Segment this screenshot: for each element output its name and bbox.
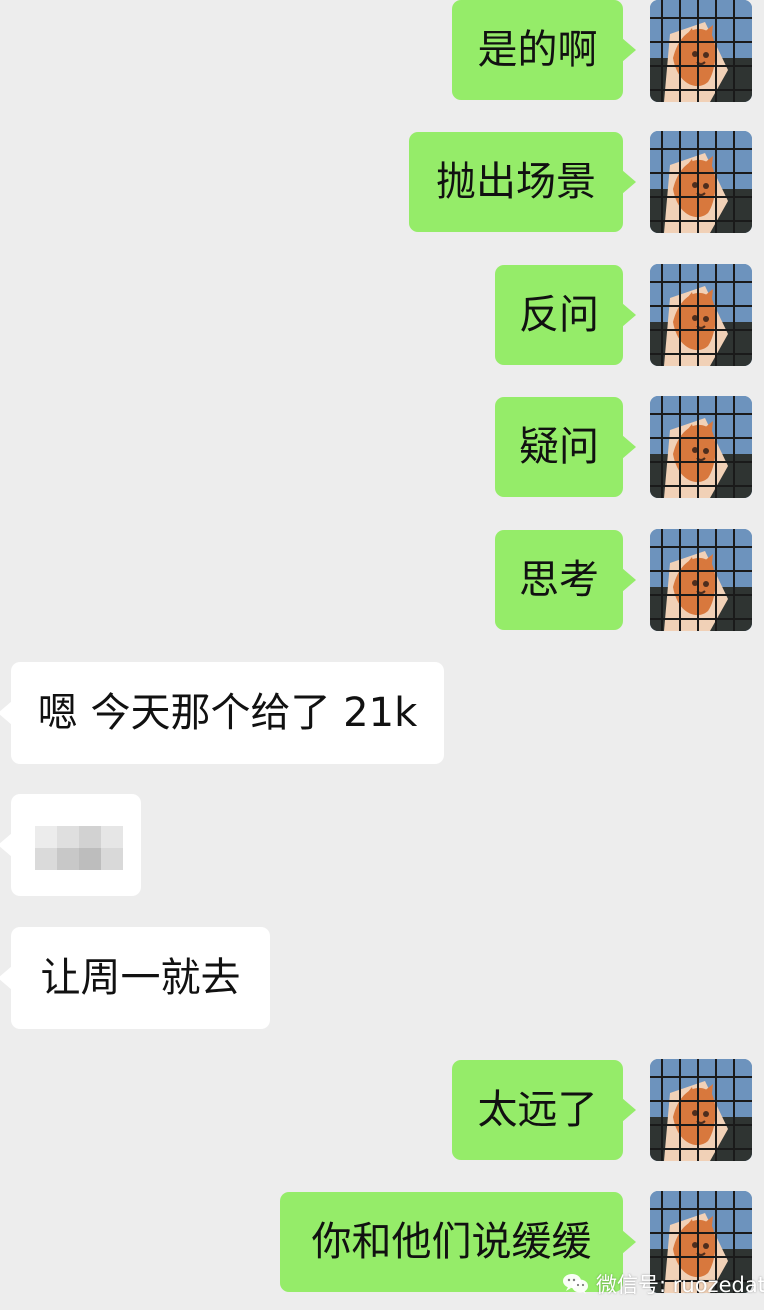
incoming-message-bubble[interactable] [0,794,141,896]
user-avatar[interactable] [650,1059,752,1161]
outgoing-message-bubble[interactable]: 是的啊 [452,0,636,100]
message-text: 让周一就去 [40,955,241,1001]
cat-photo-icon [650,529,752,631]
incoming-message-bubble[interactable]: 嗯 今天那个给了 21k [0,662,444,764]
incoming-message-bubble[interactable]: 让周一就去 [0,927,270,1029]
cat-photo-icon [650,396,752,498]
user-avatar[interactable] [650,396,752,498]
cat-photo-icon [650,1059,752,1161]
wechat-icon [563,1274,588,1294]
message-text: 思考 [519,557,599,603]
message-text: 太远了 [477,1087,598,1133]
message-text: 疑问 [519,424,599,470]
wechat-watermark: 微信号: ruozedata [562,1270,764,1298]
outgoing-message-bubble[interactable]: 抛出场景 [409,132,636,232]
outgoing-message-bubble[interactable]: 反问 [495,265,636,365]
message-text: 嗯 今天那个给了 21k [37,690,418,736]
user-avatar[interactable] [650,131,752,233]
watermark-text: 微信号: ruozedata [596,1273,764,1297]
outgoing-message-bubble[interactable]: 疑问 [495,397,636,497]
cat-photo-icon [650,0,752,102]
pixelated-message-content [35,816,129,874]
cat-photo-icon [650,264,752,366]
outgoing-message-bubble[interactable]: 太远了 [452,1060,636,1160]
message-text: 抛出场景 [436,159,596,205]
message-text: 你和他们说缓缓 [311,1219,592,1265]
message-text: 反问 [519,292,599,338]
chat-window: 是的啊 抛出场景 反问 疑问 思考 嗯 今天那个给了 21k 让周一就去 太远了… [0,0,764,1310]
message-text: 是的啊 [477,27,598,73]
outgoing-message-bubble[interactable]: 思考 [495,530,636,630]
user-avatar[interactable] [650,264,752,366]
user-avatar[interactable] [650,529,752,631]
cat-photo-icon [650,131,752,233]
user-avatar[interactable] [650,0,752,102]
